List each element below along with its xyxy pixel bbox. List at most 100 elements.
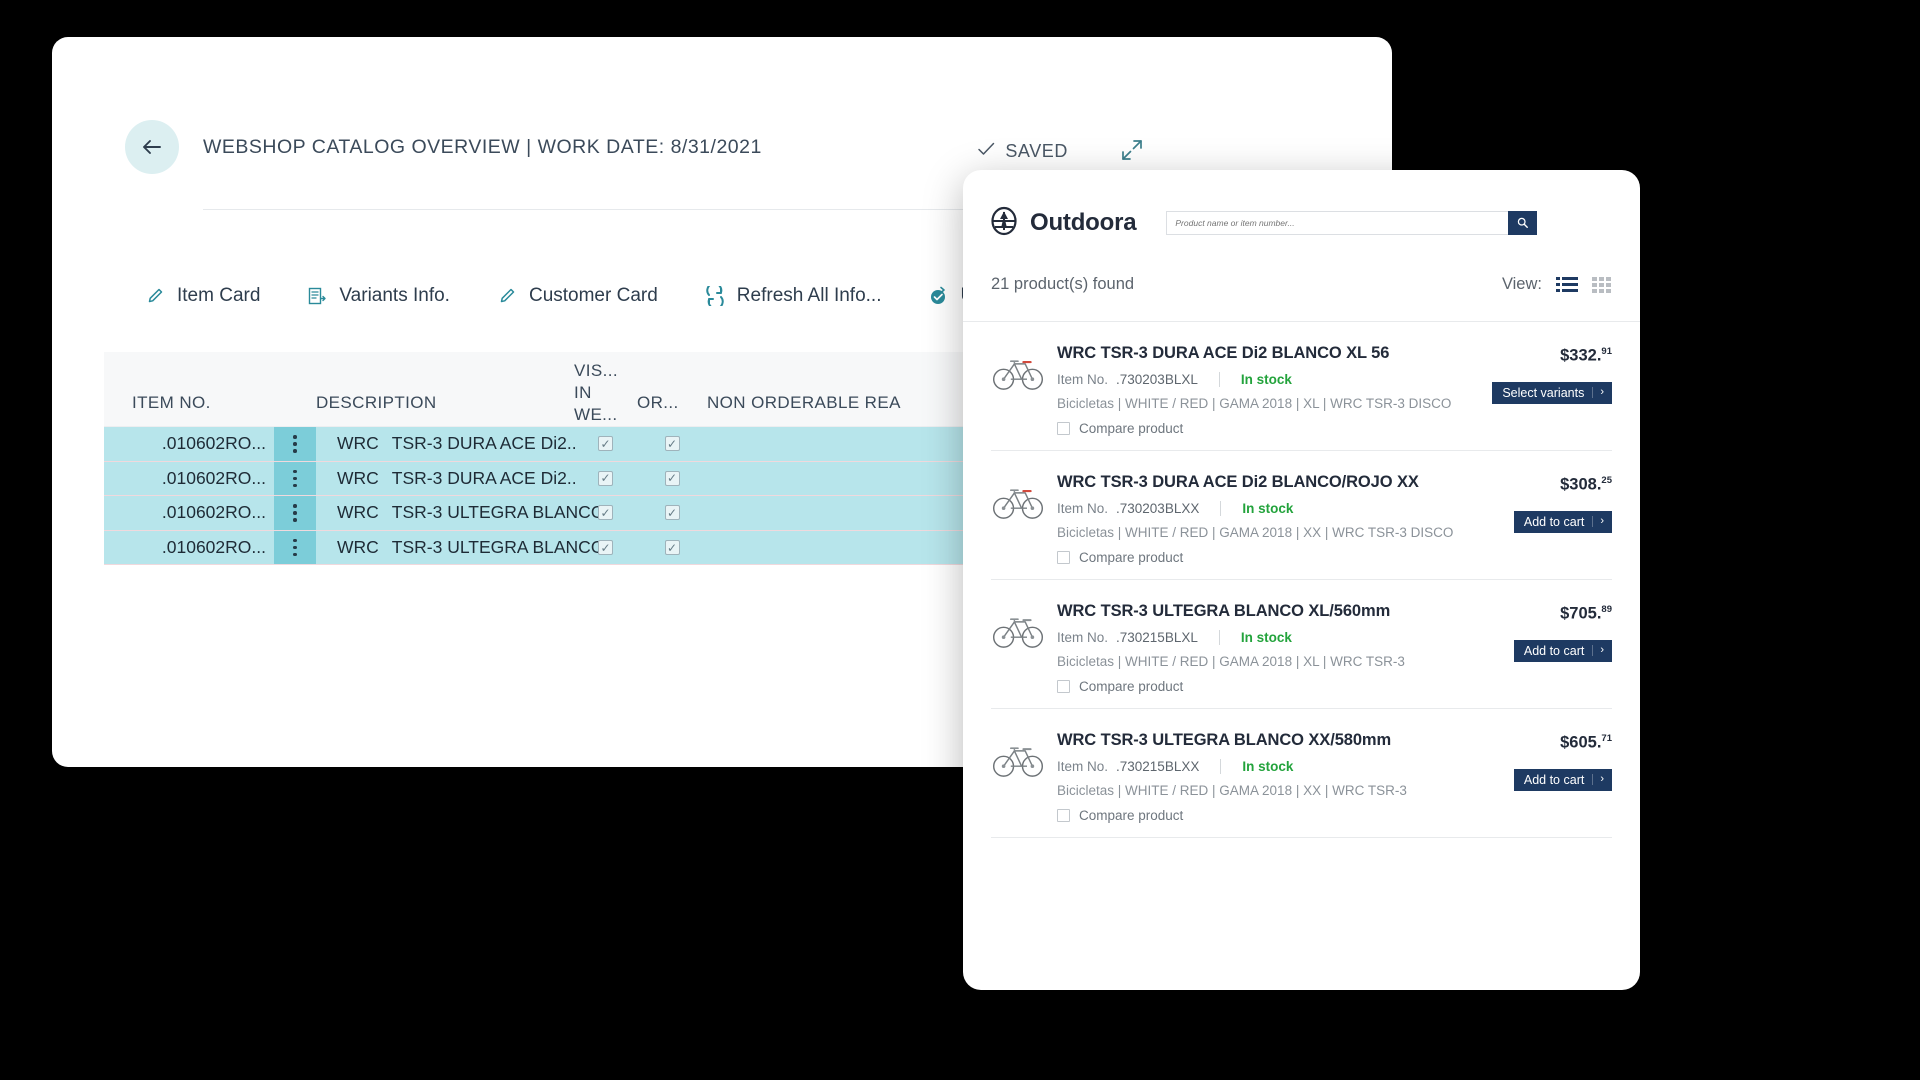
cell-visible-in-web[interactable]: ✓ [574, 531, 637, 565]
toolbar-label: Variants Info. [339, 285, 450, 306]
cell-orderable[interactable]: ✓ [637, 427, 707, 461]
meta-divider [1220, 759, 1222, 774]
product-title[interactable]: WRC TSR-3 ULTEGRA BLANCO XX/580mm [1057, 731, 1462, 750]
list-view-icon[interactable] [1556, 276, 1578, 294]
bicycle-thumbnail [991, 608, 1045, 652]
column-header-orderable: OR... [637, 393, 679, 413]
product-categories: Bicicletas | WHITE / RED | GAMA 2018 | X… [1057, 396, 1452, 411]
product-actions: $332.91 Select variants › [1462, 344, 1612, 404]
checkbox-checked-icon[interactable]: ✓ [664, 540, 680, 556]
list-item[interactable]: WRC TSR-3 DURA ACE Di2 BLANCO/ROJO XX It… [991, 451, 1612, 580]
product-button-label: Add to cart [1523, 514, 1585, 529]
row-menu-button[interactable] [274, 530, 316, 565]
product-details: WRC TSR-3 DURA ACE Di2 BLANCO/ROJO XX It… [1057, 473, 1462, 565]
stock-status: In stock [1242, 501, 1294, 516]
price-cents: 89 [1601, 604, 1612, 615]
cell-visible-in-web[interactable]: ✓ [574, 427, 637, 461]
brand-name: Outdoora [1030, 209, 1137, 236]
update-check-icon [927, 285, 949, 307]
compare-label: Compare product [1079, 421, 1184, 436]
checkbox-checked-icon[interactable]: ✓ [664, 505, 680, 521]
page-title: WEBSHOP CATALOG OVERVIEW | WORK DATE: 8/… [203, 136, 762, 158]
cell-orderable[interactable]: ✓ [637, 531, 707, 565]
cell-orderable[interactable]: ✓ [637, 462, 707, 496]
toolbar-customer-card[interactable]: Customer Card [496, 285, 658, 307]
cell-visible-in-web[interactable]: ✓ [574, 496, 637, 530]
list-item[interactable]: WRC TSR-3 DURA ACE Di2 BLANCO XL 56 Item… [991, 322, 1612, 451]
webshop-preview-panel: Outdoora 21 product(s) found View: [963, 170, 1640, 990]
item-no-label: Item No. [1057, 759, 1109, 774]
row-menu-button[interactable] [274, 496, 316, 530]
price-main: $605. [1560, 733, 1602, 752]
chevron-right-icon: › [1592, 645, 1604, 656]
expand-button[interactable] [1119, 137, 1145, 168]
arrow-left-icon [139, 134, 165, 160]
three-dots-icon [293, 538, 297, 557]
search-bar [1166, 211, 1538, 235]
cell-visible-in-web[interactable]: ✓ [574, 462, 637, 496]
compare-checkbox[interactable] [1057, 809, 1070, 822]
item-no-label: Item No. [1057, 501, 1109, 516]
cell-orderable[interactable]: ✓ [637, 496, 707, 530]
item-no-value: .730203BLXX [1116, 501, 1200, 516]
webshop-header: Outdoora [963, 170, 1640, 248]
compare-product-row[interactable]: Compare product [1057, 550, 1462, 565]
bicycle-thumbnail [991, 479, 1045, 523]
row-menu-button[interactable] [274, 427, 316, 461]
checkbox-checked-icon[interactable]: ✓ [598, 505, 613, 521]
list-document-icon [306, 285, 328, 307]
price-cents: 71 [1601, 733, 1612, 744]
compare-checkbox[interactable] [1057, 680, 1070, 693]
toolbar-item-card[interactable]: Item Card [144, 285, 260, 307]
add-to-cart-button[interactable]: Add to cart › [1513, 639, 1612, 662]
select-variants-button[interactable]: Select variants › [1492, 381, 1612, 404]
search-button[interactable] [1508, 211, 1538, 235]
compare-checkbox[interactable] [1057, 422, 1070, 435]
product-button-label: Add to cart [1523, 643, 1585, 658]
product-details: WRC TSR-3 DURA ACE Di2 BLANCO XL 56 Item… [1057, 344, 1462, 436]
grid-view-icon[interactable] [1592, 276, 1612, 294]
cell-description: WRC TSR-3 ULTEGRA BLANCO.. [316, 531, 614, 565]
back-button[interactable] [125, 120, 179, 174]
checkbox-checked-icon[interactable]: ✓ [598, 540, 613, 556]
product-title[interactable]: WRC TSR-3 DURA ACE Di2 BLANCO/ROJO XX [1057, 473, 1462, 492]
checkbox-checked-icon[interactable]: ✓ [598, 470, 613, 486]
search-input[interactable] [1166, 211, 1509, 235]
toolbar-variants-info[interactable]: Variants Info. [306, 285, 450, 307]
checkbox-checked-icon[interactable]: ✓ [664, 470, 680, 486]
product-list: WRC TSR-3 DURA ACE Di2 BLANCO XL 56 Item… [963, 322, 1640, 838]
product-title[interactable]: WRC TSR-3 ULTEGRA BLANCO XL/560mm [1057, 602, 1462, 621]
compare-product-row[interactable]: Compare product [1057, 808, 1462, 823]
compare-product-row[interactable]: Compare product [1057, 421, 1462, 436]
toolbar-label: Refresh All Info... [736, 285, 882, 306]
add-to-cart-button[interactable]: Add to cart › [1513, 510, 1612, 533]
column-header-item-no: ITEM NO. [132, 393, 211, 413]
add-to-cart-button[interactable]: Add to cart › [1513, 768, 1612, 791]
row-menu-button[interactable] [274, 461, 316, 496]
bicycle-thumbnail [991, 350, 1045, 394]
product-actions: $705.89 Add to cart › [1462, 602, 1612, 662]
save-status: SAVED [976, 139, 1068, 164]
compare-checkbox[interactable] [1057, 551, 1070, 564]
checkbox-checked-icon[interactable]: ✓ [598, 436, 613, 452]
product-button-label: Select variants [1502, 385, 1585, 400]
chevron-right-icon: › [1592, 387, 1604, 398]
result-count: 21 product(s) found [991, 275, 1135, 293]
list-item[interactable]: WRC TSR-3 ULTEGRA BLANCO XX/580mm Item N… [991, 709, 1612, 838]
cell-description-code: WRC [337, 467, 379, 488]
price-main: $332. [1560, 346, 1602, 365]
compare-product-row[interactable]: Compare product [1057, 679, 1462, 694]
item-no-label: Item No. [1057, 372, 1109, 387]
three-dots-icon [293, 434, 297, 453]
product-meta: Item No. .730215BLXX In stock [1057, 759, 1462, 774]
save-status-label: SAVED [1005, 141, 1068, 161]
pencil-icon [496, 285, 518, 307]
product-title[interactable]: WRC TSR-3 DURA ACE Di2 BLANCO XL 56 [1057, 344, 1462, 363]
product-actions: $605.71 Add to cart › [1462, 731, 1612, 791]
list-item[interactable]: WRC TSR-3 ULTEGRA BLANCO XL/560mm Item N… [991, 580, 1612, 709]
checkbox-checked-icon[interactable]: ✓ [664, 436, 680, 452]
brand[interactable]: Outdoora [989, 206, 1137, 241]
toolbar-label: Customer Card [528, 285, 658, 306]
toolbar-refresh-all-info[interactable]: Refresh All Info... [704, 285, 882, 307]
item-no-value: .730203BLXL [1116, 372, 1198, 387]
